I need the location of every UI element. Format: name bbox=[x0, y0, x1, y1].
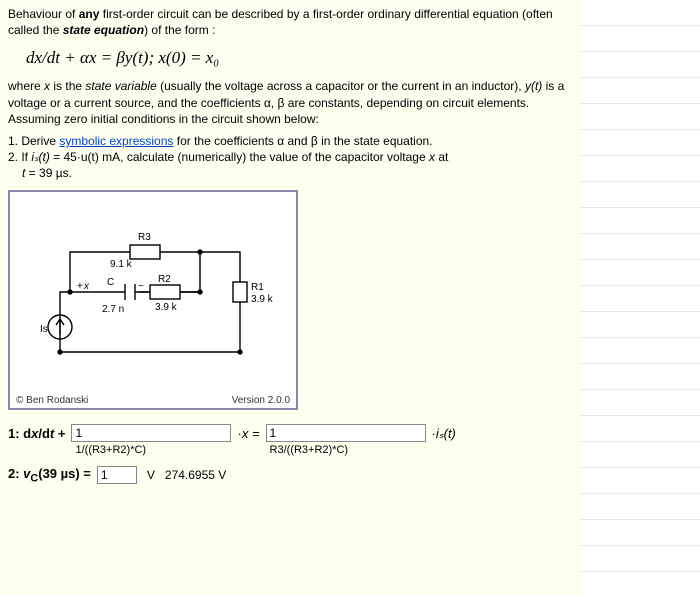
text: 1: d bbox=[8, 426, 31, 441]
vc-value: 274.6955 V bbox=[161, 468, 226, 482]
tasks-list: 1. Derive symbolic expressions for the c… bbox=[8, 133, 572, 182]
text-italic: state variable bbox=[85, 79, 156, 93]
text: = 45·u(t) mA, calculate (numerically) th… bbox=[50, 150, 429, 164]
grid-cell bbox=[580, 260, 700, 286]
grid-cell bbox=[580, 390, 700, 416]
text: + bbox=[54, 426, 65, 441]
answer-row-2: 2: vC(39 µs) = V 274.6955 V bbox=[8, 466, 572, 485]
grid-cell bbox=[580, 286, 700, 312]
label-plus: + bbox=[77, 281, 83, 292]
task-2b: t = 39 µs. bbox=[8, 165, 572, 181]
symbolic-expressions-link[interactable]: symbolic expressions bbox=[59, 134, 173, 148]
grid-cell bbox=[580, 78, 700, 104]
text: for the coefficients α and β in the stat… bbox=[173, 134, 432, 148]
tail-seg: ·iₛ(t) bbox=[432, 424, 456, 442]
grid-cell bbox=[580, 104, 700, 130]
grid-cell bbox=[580, 416, 700, 442]
grid-cell bbox=[580, 156, 700, 182]
var-is: iₛ(t) bbox=[31, 150, 49, 164]
grid-cell bbox=[580, 364, 700, 390]
grid-cell bbox=[580, 208, 700, 234]
label-r1: R1 bbox=[251, 282, 264, 293]
text: = bbox=[248, 426, 259, 441]
label-r2: R2 bbox=[158, 274, 171, 285]
text-bold-italic: state equation bbox=[63, 23, 144, 37]
text: 2: bbox=[8, 466, 23, 481]
alpha-input[interactable] bbox=[71, 424, 231, 442]
answer-row-1: 1: dx/dt + 1/((R3+R2)*C) ·x = R3/((R3+R2… bbox=[8, 424, 572, 456]
var-yt: y(t) bbox=[525, 79, 542, 93]
grid-cell bbox=[580, 130, 700, 156]
beta-sub: R3/((R3+R2)*C) bbox=[266, 442, 426, 456]
label-is: Is bbox=[40, 324, 48, 335]
answers-area: 1: dx/dt + 1/((R3+R2)*C) ·x = R3/((R3+R2… bbox=[8, 424, 572, 485]
text: 2. If bbox=[8, 150, 31, 164]
text: = 39 µs. bbox=[25, 166, 72, 180]
circuit-diagram: R3 9.1 k R2 3.9 k R1 3.9 k C 2.7 n Is + … bbox=[8, 190, 298, 410]
text: is the bbox=[50, 79, 85, 93]
text-bold: any bbox=[79, 7, 100, 21]
circuit-credit: © Ben Rodanski bbox=[16, 395, 88, 406]
label-r2v: 3.9 k bbox=[155, 302, 178, 313]
text: at bbox=[435, 150, 448, 164]
vc-unit: V bbox=[143, 468, 155, 482]
circuit-version: Version 2.0.0 bbox=[232, 395, 290, 406]
grid-cell bbox=[580, 182, 700, 208]
beta-input[interactable] bbox=[266, 424, 426, 442]
answer2-label: 2: vC(39 µs) = bbox=[8, 466, 91, 485]
text: /d bbox=[38, 426, 50, 441]
intro-paragraph: Behaviour of any first-order circuit can… bbox=[8, 6, 572, 38]
answer1-label: 1: dx/dt + bbox=[8, 424, 65, 441]
label-minus: − bbox=[138, 281, 144, 292]
grid-cell bbox=[580, 312, 700, 338]
label-r3: R3 bbox=[138, 232, 151, 243]
task-1: 1. Derive symbolic expressions for the c… bbox=[8, 133, 572, 149]
grid-cell bbox=[580, 0, 700, 26]
state-equation: dx/dt + αx = βy(t); x(0) = x₀ bbox=[8, 44, 572, 72]
where-paragraph: where x is the state variable (usually t… bbox=[8, 78, 572, 127]
beta-segment: R3/((R3+R2)*C) bbox=[266, 424, 426, 456]
text: (39 µs) = bbox=[38, 466, 91, 481]
page: Behaviour of any first-order circuit can… bbox=[0, 0, 700, 595]
label-cv: 2.7 n bbox=[102, 304, 124, 315]
label-r3v: 9.1 k bbox=[110, 259, 133, 270]
mid-seg: ·x = bbox=[237, 424, 259, 441]
problem-content: Behaviour of any first-order circuit can… bbox=[0, 0, 580, 595]
grid-cell bbox=[580, 468, 700, 494]
task-2: 2. If iₛ(t) = 45·u(t) mA, calculate (num… bbox=[8, 149, 572, 165]
text: 1. Derive bbox=[8, 134, 59, 148]
label-r1v: 3.9 k bbox=[251, 294, 274, 305]
alpha-sub: 1/((R3+R2)*C) bbox=[71, 442, 231, 456]
grid-cell bbox=[580, 338, 700, 364]
grid-cell bbox=[580, 234, 700, 260]
grid-cell bbox=[580, 26, 700, 52]
label-x: x bbox=[83, 281, 90, 292]
vc-input[interactable] bbox=[97, 466, 137, 484]
grid-cell bbox=[580, 52, 700, 78]
right-column bbox=[580, 0, 700, 595]
grid-cell bbox=[580, 546, 700, 572]
grid-cell bbox=[580, 442, 700, 468]
circuit-svg: R3 9.1 k R2 3.9 k R1 3.9 k C 2.7 n Is + … bbox=[10, 192, 296, 392]
alpha-segment: 1/((R3+R2)*C) bbox=[71, 424, 231, 456]
grid-cell bbox=[580, 494, 700, 520]
text: where bbox=[8, 79, 44, 93]
grid-cell bbox=[580, 520, 700, 546]
text: ) of the form : bbox=[144, 23, 215, 37]
label-c: C bbox=[107, 277, 114, 288]
text: Behaviour of bbox=[8, 7, 79, 21]
text: (usually the voltage across a capacitor … bbox=[157, 79, 525, 93]
